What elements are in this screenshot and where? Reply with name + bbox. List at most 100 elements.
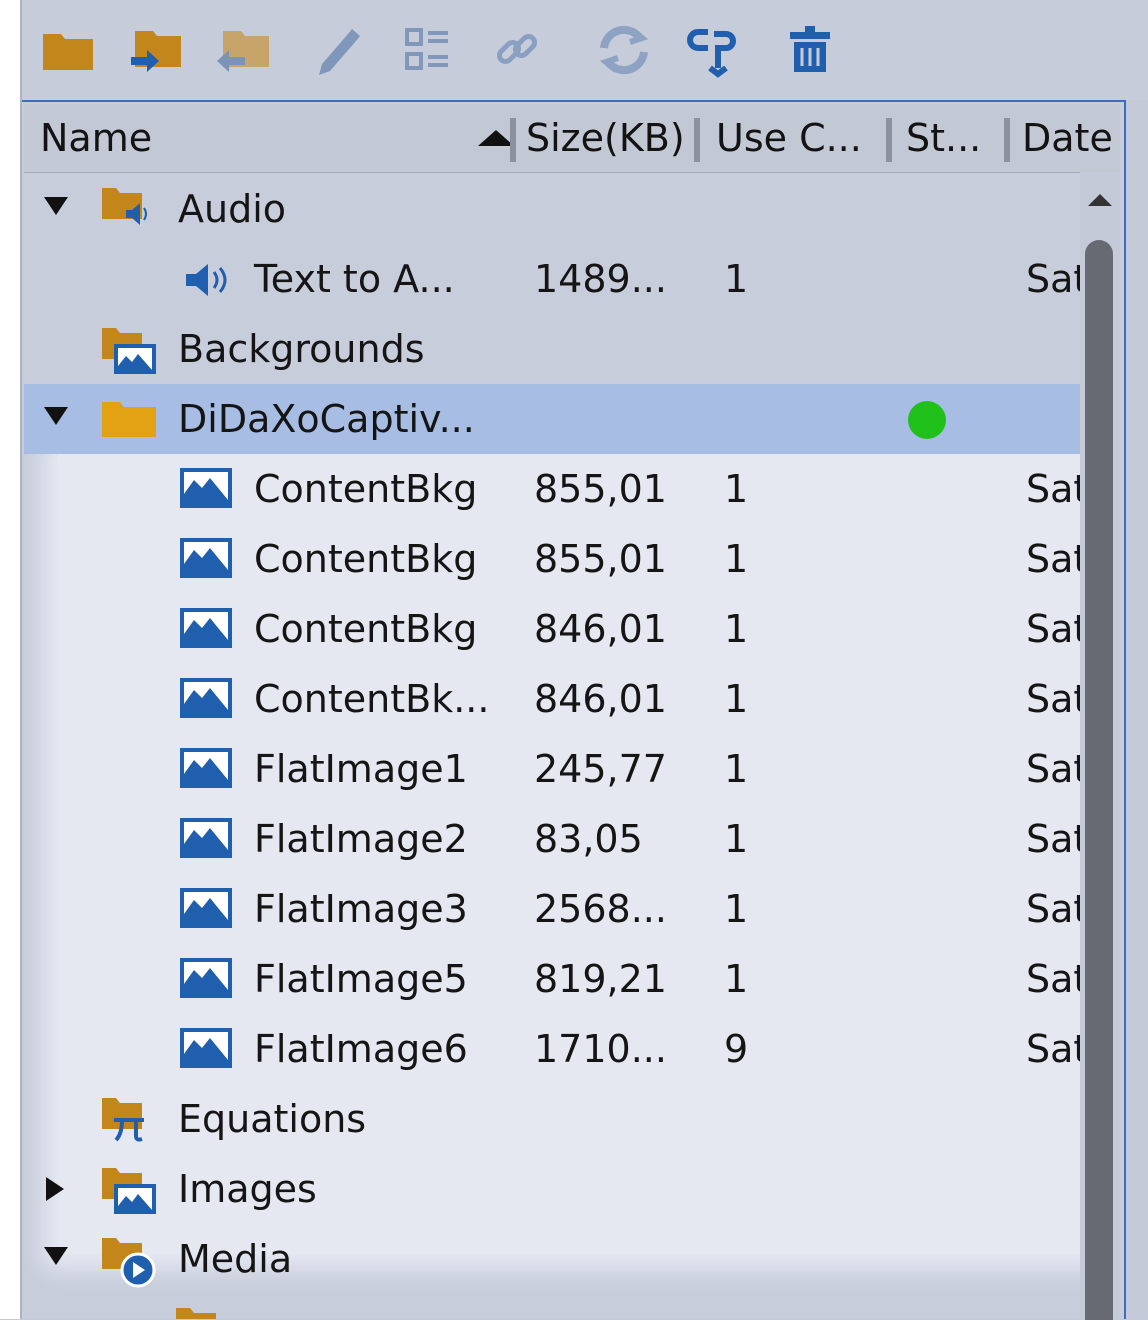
- item-date: Sat: [1026, 537, 1080, 581]
- item-date: Sat: [1026, 677, 1080, 721]
- window-left-edge: [0, 0, 22, 1319]
- vertical-scrollbar[interactable]: [1080, 172, 1120, 1320]
- select-unused-icon[interactable]: [398, 22, 458, 78]
- image-icon: [180, 958, 232, 998]
- update-icon[interactable]: [594, 22, 654, 78]
- image-icon: [180, 608, 232, 648]
- item-size: 245,77: [534, 747, 667, 791]
- item-name: Images: [178, 1167, 317, 1211]
- table-row[interactable]: ContentBk... 846,01 1 Sat: [24, 664, 1080, 734]
- image-icon: [180, 468, 232, 508]
- column-status[interactable]: St...: [906, 104, 981, 172]
- item-use-count: 1: [724, 747, 749, 791]
- table-row[interactable]: Backgrounds: [24, 314, 1080, 384]
- delete-icon[interactable]: [780, 22, 840, 78]
- library-tree: Audio Text to A... 1489... 1 Sat Backgro…: [24, 172, 1080, 1319]
- table-row[interactable]: ContentBkg 855,01 1 Sat: [24, 454, 1080, 524]
- item-size: 846,01: [534, 677, 667, 721]
- image-icon: [180, 678, 232, 718]
- folder-icon: [176, 1308, 216, 1319]
- item-date: Sat: [1026, 747, 1080, 791]
- item-name: FlatImage5: [254, 957, 468, 1001]
- item-use-count: 1: [724, 677, 749, 721]
- table-row[interactable]: Media: [24, 1224, 1080, 1294]
- expand-triangle-icon[interactable]: [44, 1247, 68, 1265]
- column-name[interactable]: Name: [40, 104, 152, 172]
- item-name: Backgrounds: [178, 327, 425, 371]
- collapse-triangle-icon[interactable]: [46, 1177, 64, 1201]
- table-row[interactable]: Images: [24, 1154, 1080, 1224]
- scroll-up-arrow-icon[interactable]: [1088, 194, 1112, 206]
- table-row[interactable]: FlatImage5 819,21 1 Sat: [24, 944, 1080, 1014]
- table-row[interactable]: Audio: [24, 174, 1080, 244]
- expand-triangle-icon[interactable]: [44, 197, 68, 215]
- table-row[interactable]: FlatImage6 1710... 9 Sat: [24, 1014, 1080, 1084]
- item-name: FlatImage2: [254, 817, 468, 861]
- item-use-count: 1: [724, 817, 749, 861]
- item-name: FlatImage3: [254, 887, 468, 931]
- item-size: 846,01: [534, 607, 667, 651]
- item-size: 1710...: [534, 1027, 667, 1071]
- swap-icon[interactable]: [682, 22, 742, 78]
- sort-ascending-icon[interactable]: [478, 130, 514, 146]
- item-size: 1489...: [534, 257, 667, 301]
- table-row[interactable]: ContentBkg 846,01 1 Sat: [24, 594, 1080, 664]
- item-size: 819,21: [534, 957, 667, 1001]
- item-use-count: 1: [724, 887, 749, 931]
- image-icon: [180, 818, 232, 858]
- import-to-folder-icon[interactable]: [126, 22, 186, 78]
- item-size: 2568...: [534, 887, 667, 931]
- column-use-count[interactable]: Use C...: [716, 104, 862, 172]
- item-size: 855,01: [534, 467, 667, 511]
- table-row[interactable]: FlatImage2 83,05 1 Sat: [24, 804, 1080, 874]
- item-name: Audio: [178, 187, 287, 231]
- library-toolbar: [22, 0, 1148, 100]
- export-folder-icon[interactable]: [214, 22, 274, 78]
- table-row[interactable]: FlatImage3 2568... 1 Sat: [24, 874, 1080, 944]
- rename-icon[interactable]: [308, 22, 368, 78]
- item-name: ContentBkg: [254, 537, 478, 581]
- expand-triangle-icon[interactable]: [44, 407, 68, 425]
- table-row[interactable]: FlatImage1 245,77 1 Sat: [24, 734, 1080, 804]
- item-name: ContentBkg: [254, 607, 478, 651]
- image-icon: [180, 1028, 232, 1068]
- item-name: FlatImage6: [254, 1027, 468, 1071]
- image-icon: [180, 538, 232, 578]
- column-date[interactable]: Date: [1022, 104, 1113, 172]
- item-name: DiDaXoCaptiv...: [178, 397, 475, 441]
- item-name: Media: [178, 1237, 293, 1281]
- item-size: 83,05: [534, 817, 643, 861]
- table-row-selected[interactable]: DiDaXoCaptiv...: [24, 384, 1080, 454]
- item-use-count: 1: [724, 607, 749, 651]
- column-size[interactable]: Size(KB): [526, 104, 685, 172]
- item-date: Sat: [1026, 887, 1080, 931]
- item-size: 855,01: [534, 537, 667, 581]
- table-row[interactable]: [24, 1294, 1080, 1319]
- table-row[interactable]: Equations: [24, 1084, 1080, 1154]
- scrollbar-thumb[interactable]: [1085, 240, 1113, 1320]
- item-use-count: 1: [724, 467, 749, 511]
- column-divider[interactable]: [886, 118, 892, 162]
- equation-folder-icon: [102, 1098, 144, 1142]
- audio-folder-icon: [102, 188, 147, 225]
- item-name: FlatImage1: [254, 747, 468, 791]
- table-row[interactable]: ContentBkg 855,01 1 Sat: [24, 524, 1080, 594]
- table-row[interactable]: Text to A... 1489... 1 Sat: [24, 244, 1080, 314]
- speaker-icon: [186, 264, 227, 296]
- column-divider[interactable]: [1004, 118, 1010, 162]
- item-use-count: 9: [724, 1027, 749, 1071]
- item-date: Sat: [1026, 957, 1080, 1001]
- link-icon[interactable]: [488, 22, 548, 78]
- media-folder-icon: [102, 1238, 156, 1288]
- column-divider[interactable]: [694, 118, 700, 162]
- item-date: Sat: [1026, 257, 1080, 301]
- item-use-count: 1: [724, 957, 749, 1001]
- item-date: Sat: [1026, 817, 1080, 861]
- item-use-count: 1: [724, 257, 749, 301]
- image-folder-icon: [102, 1168, 156, 1214]
- table-header: Name Size(KB) Use C... St... Date: [24, 104, 1120, 173]
- item-date: Sat: [1026, 607, 1080, 651]
- column-divider[interactable]: [510, 118, 516, 162]
- new-folder-icon[interactable]: [38, 22, 98, 78]
- item-name: ContentBkg: [254, 467, 478, 511]
